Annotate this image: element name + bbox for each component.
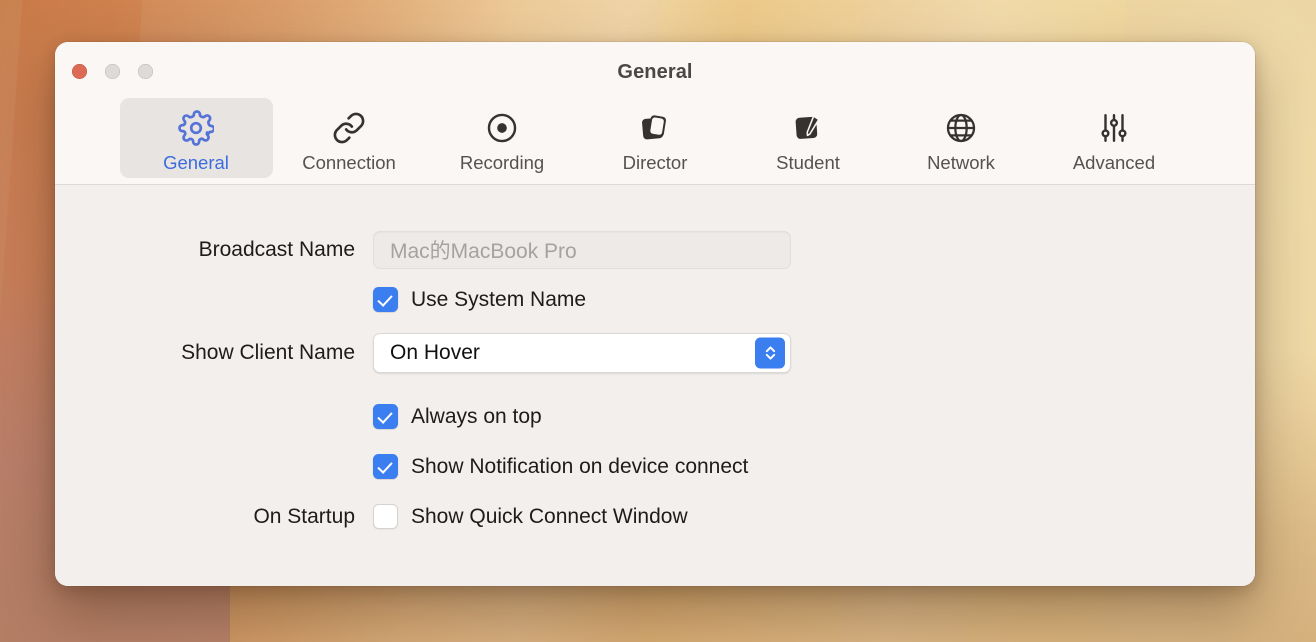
record-icon [485, 108, 519, 148]
tab-advanced[interactable]: Advanced [1038, 98, 1191, 178]
broadcast-name-input[interactable]: Mac的MacBook Pro [373, 231, 791, 269]
gear-icon [178, 108, 214, 148]
general-pane: Broadcast Name Mac的MacBook Pro Use Syste… [55, 185, 1255, 586]
tab-director-label: Director [622, 152, 688, 173]
show-notification-checkbox-group[interactable]: Show Notification on device connect [373, 454, 748, 479]
quick-connect-checkbox[interactable] [373, 504, 398, 529]
show-client-name-row: Show Client Name On Hover [137, 333, 791, 373]
always-on-top-row: Always on top [137, 404, 542, 429]
tab-recording[interactable]: Recording [426, 98, 579, 178]
tab-student-label: Student [776, 152, 840, 173]
toolbar-tabs: General Connection Recording Director St… [55, 98, 1255, 178]
use-system-name-checkbox[interactable] [373, 287, 398, 312]
tab-network[interactable]: Network [885, 98, 1038, 178]
tab-student[interactable]: Student [732, 98, 885, 178]
preferences-window: General General Connection Recording Dir… [55, 42, 1255, 586]
show-client-name-label: Show Client Name [181, 341, 355, 364]
tab-advanced-label: Advanced [1072, 152, 1156, 173]
show-notification-row: Show Notification on device connect [137, 454, 748, 479]
pencil-note-icon [791, 108, 825, 148]
show-notification-label: Show Notification on device connect [411, 454, 749, 478]
tab-connection-label: Connection [302, 152, 396, 173]
always-on-top-label: Always on top [411, 404, 542, 428]
stack-icon [638, 108, 672, 148]
tab-recording-label: Recording [459, 152, 545, 173]
show-notification-checkbox[interactable] [373, 454, 398, 479]
tab-general[interactable]: General [119, 98, 273, 178]
always-on-top-checkbox-group[interactable]: Always on top [373, 404, 542, 429]
tab-network-label: Network [927, 152, 995, 173]
use-system-name-row: Use System Name [137, 287, 586, 312]
quick-connect-label: Show Quick Connect Window [411, 504, 688, 528]
window-titlebar: General General Connection Recording Dir… [55, 42, 1255, 185]
chevron-updown-icon[interactable] [755, 337, 785, 369]
show-client-name-value: On Hover [390, 341, 480, 364]
window-title: General [617, 61, 693, 83]
tab-connection[interactable]: Connection [273, 98, 426, 178]
use-system-name-label: Use System Name [411, 287, 587, 311]
link-icon [332, 108, 366, 148]
sliders-icon [1097, 108, 1131, 148]
on-startup-row: On Startup Show Quick Connect Window [137, 504, 688, 529]
quick-connect-checkbox-group[interactable]: Show Quick Connect Window [373, 504, 688, 529]
globe-icon [944, 108, 978, 148]
broadcast-name-row: Broadcast Name Mac的MacBook Pro [137, 231, 791, 269]
always-on-top-checkbox[interactable] [373, 404, 398, 429]
broadcast-name-label: Broadcast Name [198, 238, 355, 261]
tab-director[interactable]: Director [579, 98, 732, 178]
tab-general-label: General [163, 152, 229, 173]
show-client-name-select[interactable]: On Hover [373, 333, 791, 373]
on-startup-label: On Startup [253, 504, 355, 528]
use-system-name-checkbox-group[interactable]: Use System Name [373, 287, 586, 312]
